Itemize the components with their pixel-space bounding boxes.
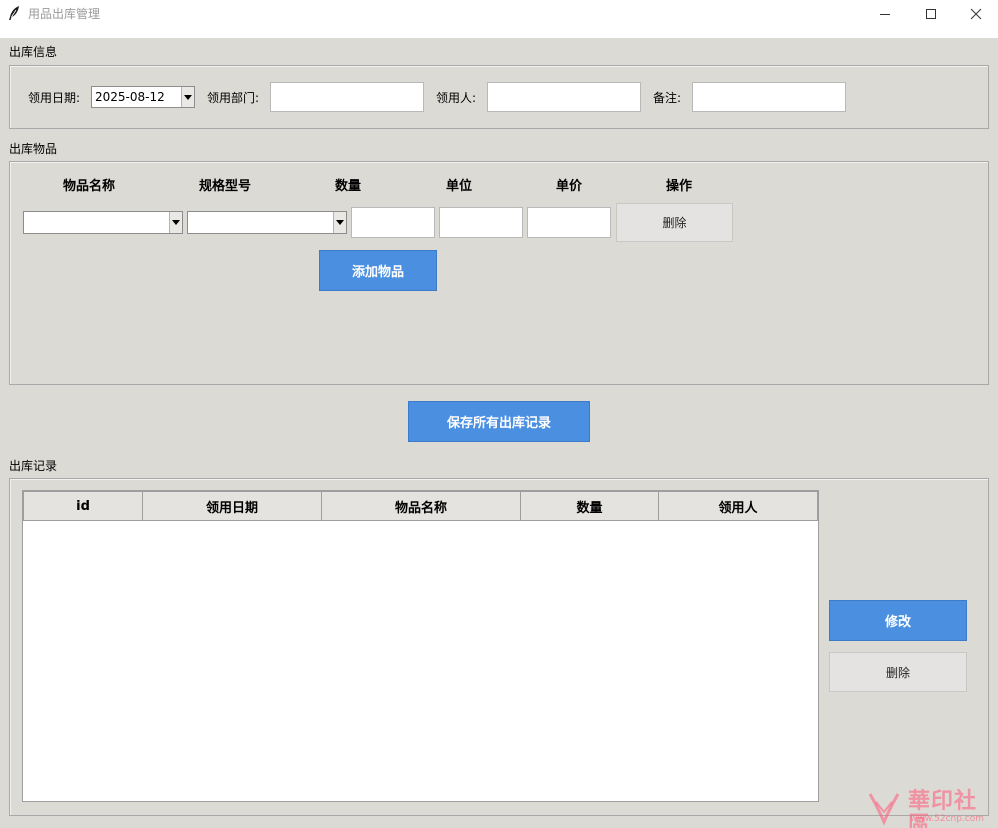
edit-record-button[interactable]: 修改	[829, 600, 967, 641]
col-price: 单价	[555, 179, 582, 194]
unit-input[interactable]	[439, 207, 523, 238]
note-input[interactable]	[692, 82, 846, 112]
minimize-button[interactable]	[862, 0, 908, 28]
delete-item-button[interactable]: 删除	[616, 203, 733, 242]
item-name-combobox[interactable]	[23, 211, 183, 234]
feather-icon	[7, 5, 21, 21]
title-bar[interactable]: 用品出库管理	[0, 0, 998, 28]
date-combobox[interactable]: 2025-08-12	[91, 86, 195, 108]
col-unit: 单位	[445, 179, 472, 194]
close-icon	[970, 8, 982, 20]
person-input[interactable]	[487, 82, 641, 112]
dept-label: 领用部门:	[207, 91, 260, 105]
col-item-name: 物品名称	[62, 179, 115, 194]
price-input[interactable]	[527, 207, 611, 238]
close-button[interactable]	[953, 0, 998, 28]
date-label: 领用日期:	[28, 91, 81, 105]
maximize-icon	[926, 9, 936, 19]
save-all-button[interactable]: 保存所有出库记录	[408, 401, 590, 442]
window-title: 用品出库管理	[28, 7, 101, 21]
maximize-button[interactable]	[908, 0, 954, 28]
col-action: 操作	[665, 179, 692, 194]
outbound-items-group	[9, 161, 989, 385]
col-header-person[interactable]: 领用人	[658, 491, 818, 521]
col-header-date[interactable]: 领用日期	[142, 491, 322, 521]
person-label: 领用人:	[436, 91, 477, 105]
dropdown-arrow-icon[interactable]	[181, 87, 194, 107]
watermark-logo-icon	[864, 788, 904, 826]
outbound-info-label: 出库信息	[9, 45, 58, 59]
dropdown-arrow-icon[interactable]	[333, 212, 346, 233]
delete-record-button[interactable]: 删除	[829, 652, 967, 692]
col-qty: 数量	[334, 179, 361, 194]
watermark-url: www.52cnp.com	[910, 814, 985, 824]
date-value: 2025-08-12	[95, 90, 165, 104]
col-header-item-name[interactable]: 物品名称	[321, 491, 521, 521]
add-item-button[interactable]: 添加物品	[319, 250, 437, 291]
col-spec: 规格型号	[198, 179, 251, 194]
qty-input[interactable]	[351, 207, 435, 238]
spec-combobox[interactable]	[187, 211, 347, 234]
records-table[interactable]: id 领用日期 物品名称 数量 领用人	[22, 490, 819, 802]
outbound-items-label: 出库物品	[9, 142, 58, 156]
note-label: 备注:	[653, 91, 682, 105]
records-label: 出库记录	[9, 459, 58, 473]
col-header-qty[interactable]: 数量	[520, 491, 659, 521]
dept-input[interactable]	[270, 82, 424, 112]
col-header-id[interactable]: id	[23, 491, 143, 521]
dropdown-arrow-icon[interactable]	[169, 212, 182, 233]
minimize-icon	[880, 14, 890, 15]
